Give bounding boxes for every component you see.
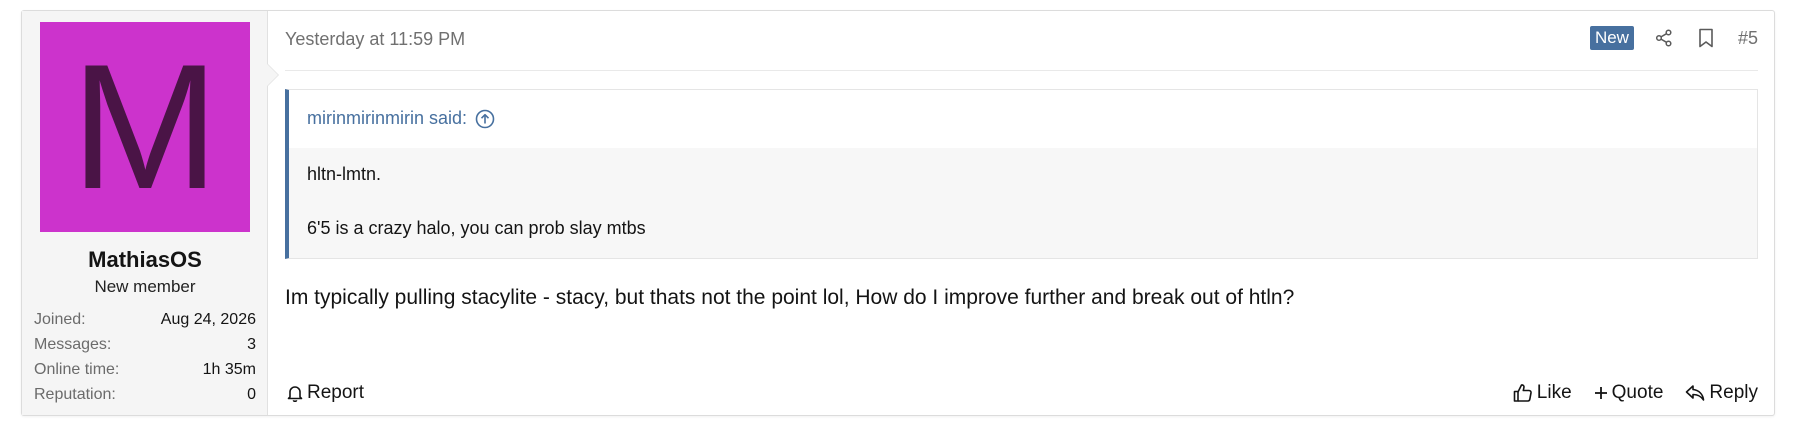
stat-reputation: Reputation: 0 xyxy=(34,382,256,407)
reply-label: Reply xyxy=(1709,382,1758,403)
quote-author-link[interactable]: mirinmirinmirin said: xyxy=(307,108,467,129)
quote-content: hltn-lmtn. 6'5 is a crazy halo, you can … xyxy=(289,148,1757,272)
stat-value: 1h 35m xyxy=(202,361,256,378)
stat-label: Joined: xyxy=(34,311,86,328)
stat-joined: Joined: Aug 24, 2026 xyxy=(34,307,256,332)
stat-label: Reputation: xyxy=(34,386,116,403)
forum-post: M MathiasOS New member Joined: Aug 24, 2… xyxy=(21,10,1775,416)
quote-line: hltn-lmtn. xyxy=(307,164,382,184)
bookmark-icon[interactable] xyxy=(1696,27,1716,49)
post-main: Yesterday at 11:59 PM New #5 mirinmirinm… xyxy=(285,11,1758,415)
report-label: Report xyxy=(307,382,365,403)
username[interactable]: MathiasOS xyxy=(22,247,268,273)
arrow-up-circle-icon[interactable] xyxy=(475,109,495,134)
user-stats: Joined: Aug 24, 2026 Messages: 3 Online … xyxy=(34,307,256,407)
post-header: Yesterday at 11:59 PM New #5 xyxy=(285,11,1758,71)
new-badge: New xyxy=(1589,26,1634,50)
quote-button[interactable]: Quote xyxy=(1594,382,1664,404)
message-body: Im typically pulling stacylite - stacy, … xyxy=(285,286,1295,309)
user-info-panel: M MathiasOS New member Joined: Aug 24, 2… xyxy=(22,11,279,415)
post-header-actions: New #5 xyxy=(1589,26,1758,50)
post-number[interactable]: #5 xyxy=(1738,28,1758,49)
quote-label: Quote xyxy=(1611,382,1664,403)
bell-icon xyxy=(287,386,303,402)
report-button[interactable]: Report xyxy=(287,382,364,404)
like-button[interactable]: Like xyxy=(1513,382,1572,404)
user-title: New member xyxy=(94,277,196,296)
stat-value: 0 xyxy=(247,386,256,403)
quote-block: mirinmirinmirin said: hltn-lmtn. 6'5 is … xyxy=(285,89,1758,259)
post-timestamp[interactable]: Yesterday at 11:59 PM xyxy=(285,29,465,50)
stat-label: Messages: xyxy=(34,336,112,353)
reply-button[interactable]: Reply xyxy=(1685,382,1758,404)
stat-value: 3 xyxy=(247,336,256,353)
stat-label: Online time: xyxy=(34,361,120,378)
share-icon[interactable] xyxy=(1654,27,1674,49)
quote-header: mirinmirinmirin said: xyxy=(289,90,1757,148)
quote-line: 6'5 is a crazy halo, you can prob slay m… xyxy=(307,218,646,238)
thumbs-up-icon xyxy=(1513,384,1532,402)
stat-messages: Messages: 3 xyxy=(34,332,256,357)
avatar-letter: M xyxy=(70,27,220,226)
avatar[interactable]: M xyxy=(40,22,250,232)
plus-icon xyxy=(1594,387,1607,399)
stat-value: Aug 24, 2026 xyxy=(160,311,256,328)
like-label: Like xyxy=(1536,382,1572,403)
reply-icon xyxy=(1686,385,1705,401)
stat-online-time: Online time: 1h 35m xyxy=(34,357,256,382)
